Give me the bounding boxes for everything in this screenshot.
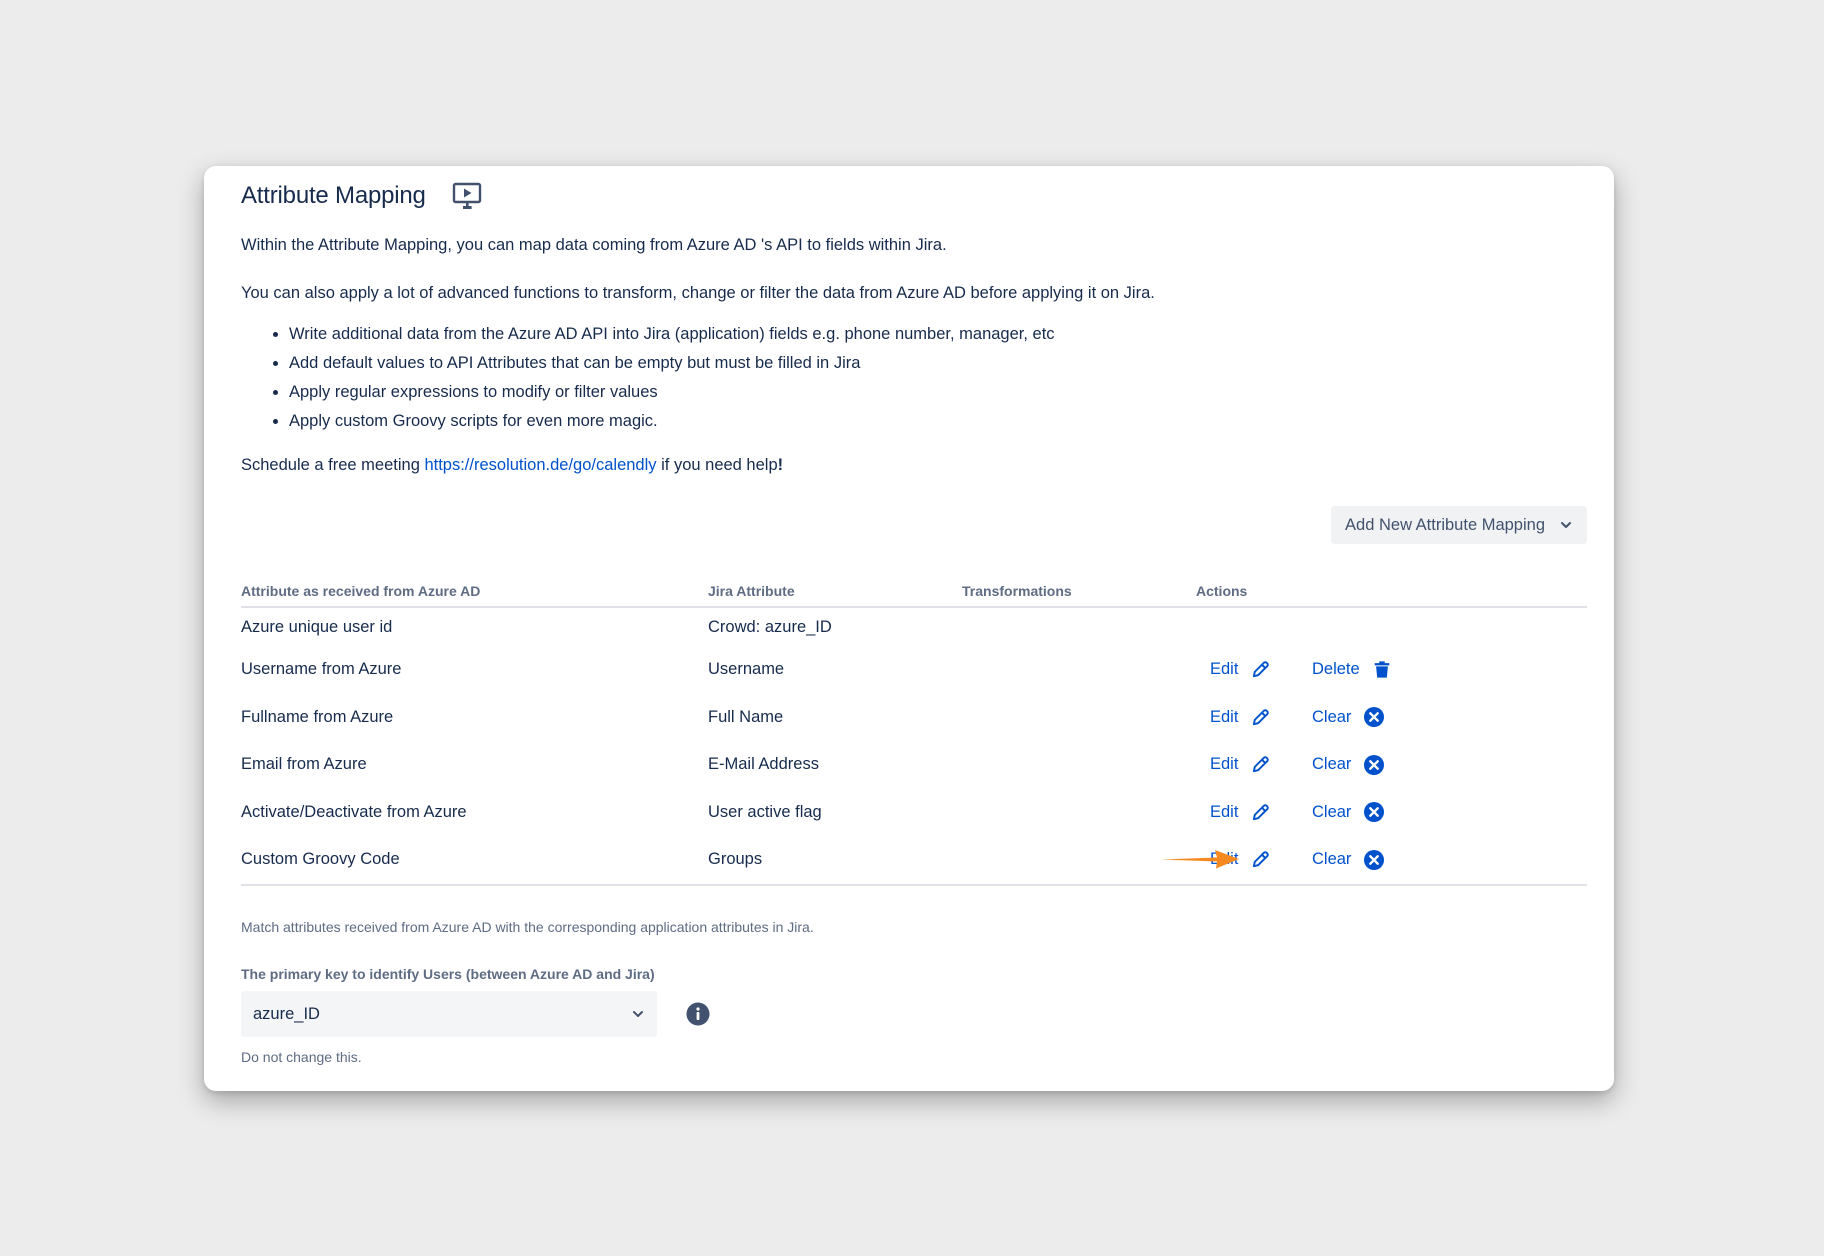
chevron-down-icon — [633, 1011, 643, 1017]
schedule-line: Schedule a free meeting https://resoluti… — [241, 456, 783, 475]
table-row: Custom Groovy Code Groups Edit Clear — [241, 836, 1587, 886]
feature-item: Write additional data from the Azure AD … — [289, 320, 1055, 349]
pencil-icon — [1253, 708, 1270, 725]
info-icon[interactable] — [686, 1002, 710, 1026]
edit-label: Edit — [1210, 707, 1239, 726]
add-button-label: Add New Attribute Mapping — [1345, 515, 1545, 534]
actions-cell: Edit Clear — [1196, 789, 1587, 837]
schedule-exclaim: ! — [777, 456, 784, 474]
close-circle-icon — [1364, 802, 1385, 823]
clear-label: Clear — [1312, 707, 1352, 726]
clear-button[interactable]: Clear — [1312, 706, 1385, 728]
source-attribute-cell: Activate/Deactivate from Azure — [241, 802, 467, 821]
table-header-row: Attribute as received from Azure AD Jira… — [241, 576, 1587, 608]
transformations-cell — [962, 789, 1196, 837]
jira-attribute-cell: Groups — [708, 836, 962, 886]
pencil-icon — [1253, 803, 1270, 820]
primary-key-label: The primary key to identify Users (betwe… — [241, 966, 655, 982]
edit-button[interactable]: Edit — [1210, 707, 1312, 728]
close-circle-icon — [1364, 849, 1385, 870]
edit-button[interactable]: Edit — [1210, 802, 1312, 823]
clear-label: Clear — [1312, 802, 1352, 821]
primary-key-select[interactable]: azure_ID — [241, 991, 657, 1037]
table-row: Activate/Deactivate from Azure User acti… — [241, 789, 1587, 837]
edit-label: Edit — [1210, 660, 1239, 679]
header-transformations: Transformations — [962, 576, 1196, 608]
chevron-down-icon — [1559, 518, 1573, 532]
intro-line-1: Within the Attribute Mapping, you can ma… — [241, 236, 947, 254]
primary-key-value: azure_ID — [253, 1004, 320, 1023]
primary-key-hint: Do not change this. — [241, 1049, 362, 1065]
page-title: Attribute Mapping — [241, 182, 426, 209]
edit-button[interactable]: Edit — [1210, 659, 1312, 680]
jira-attribute-cell: User active flag — [708, 802, 822, 821]
clear-label: Clear — [1312, 850, 1352, 869]
close-circle-icon — [1364, 754, 1385, 775]
actions-cell: Edit Clear — [1196, 741, 1587, 789]
transformations-cell — [962, 607, 1196, 646]
schedule-suffix: if you need help — [656, 456, 778, 474]
table-row: Username from Azure Username Edit Delete — [241, 646, 1587, 694]
pencil-icon — [1253, 756, 1270, 773]
edit-label: Edit — [1210, 755, 1239, 774]
pencil-icon — [1253, 661, 1270, 678]
feature-item: Apply custom Groovy scripts for even mor… — [289, 407, 1055, 436]
table-row: Fullname from Azure Full Name Edit Clear — [241, 694, 1587, 742]
calendly-link[interactable]: https://resolution.de/go/calendly — [424, 456, 656, 474]
actions-cell: Edit Clear — [1196, 836, 1587, 886]
edit-button[interactable]: Edit — [1210, 754, 1312, 775]
orange-arrow-icon — [1161, 850, 1239, 869]
schedule-prefix: Schedule a free meeting — [241, 456, 425, 474]
clear-label: Clear — [1312, 755, 1352, 774]
header-jira-attribute: Jira Attribute — [708, 576, 962, 608]
presentation-play-icon[interactable] — [452, 181, 482, 211]
delete-label: Delete — [1312, 660, 1360, 679]
jira-attribute-cell: E-Mail Address — [708, 755, 819, 774]
attribute-mapping-card: Attribute Mapping Within the Attribute M… — [204, 166, 1614, 1091]
delete-button[interactable]: Delete — [1312, 659, 1392, 680]
intro-line-2: You can also apply a lot of advanced fun… — [241, 284, 1155, 302]
clear-button[interactable]: Clear — [1312, 849, 1385, 871]
edit-label: Edit — [1210, 802, 1239, 821]
source-attribute-cell: Username from Azure — [241, 660, 402, 679]
clear-button[interactable]: Clear — [1312, 801, 1385, 823]
source-attribute-cell: Fullname from Azure — [241, 707, 394, 726]
clear-button[interactable]: Clear — [1312, 754, 1385, 776]
actions-cell — [1196, 607, 1587, 646]
trash-icon — [1374, 661, 1389, 678]
transformations-cell — [962, 646, 1196, 694]
jira-attribute-cell: Full Name — [708, 707, 784, 726]
feature-item: Apply regular expressions to modify or f… — [289, 378, 1055, 407]
table-row: Email from Azure E-Mail Address Edit Cle… — [241, 741, 1587, 789]
header-source-attribute: Attribute as received from Azure AD — [241, 576, 708, 608]
source-attribute-cell: Email from Azure — [241, 755, 367, 774]
source-attribute-cell: Azure unique user id — [241, 617, 393, 636]
pencil-icon — [1253, 851, 1270, 868]
source-attribute-cell: Custom Groovy Code — [241, 836, 708, 886]
actions-cell: Edit Clear — [1196, 694, 1587, 742]
jira-attribute-cell: Username — [708, 660, 785, 679]
feature-list: Write additional data from the Azure AD … — [241, 320, 1055, 436]
transformations-cell — [962, 741, 1196, 789]
attribute-mapping-table: Attribute as received from Azure AD Jira… — [241, 576, 1587, 886]
actions-cell: Edit Delete — [1196, 646, 1587, 694]
close-circle-icon — [1364, 707, 1385, 728]
helper-text: Match attributes received from Azure AD … — [241, 919, 814, 935]
table-row: Azure unique user id Crowd: azure_ID — [241, 607, 1587, 646]
header-actions: Actions — [1196, 576, 1587, 608]
title-row: Attribute Mapping — [241, 176, 482, 216]
transformations-cell — [962, 694, 1196, 742]
add-new-attribute-mapping-button[interactable]: Add New Attribute Mapping — [1331, 506, 1587, 544]
feature-item: Add default values to API Attributes tha… — [289, 349, 1055, 378]
jira-attribute-cell: Crowd: azure_ID — [708, 617, 832, 636]
